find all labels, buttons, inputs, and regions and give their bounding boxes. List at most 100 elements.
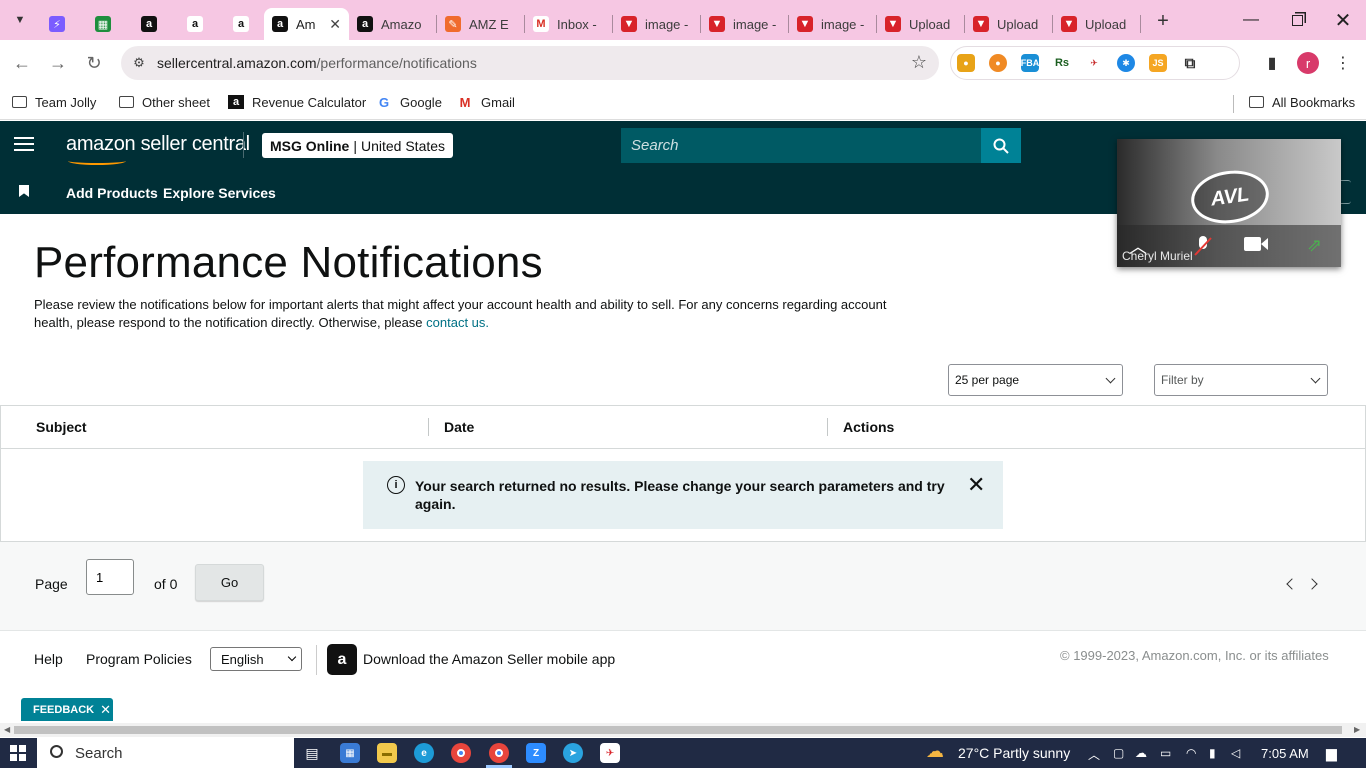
reload-button[interactable]: ↻ — [80, 49, 108, 77]
url-text[interactable]: sellercentral.amazon.com/performance/not… — [157, 55, 477, 71]
new-tab-button[interactable]: + — [1149, 10, 1177, 33]
filter-select[interactable]: Filter by — [1154, 364, 1328, 396]
browser-tab[interactable]: ▼ image - — [701, 8, 788, 40]
notifications-icon[interactable]: ▆ — [1326, 745, 1340, 761]
go-button[interactable]: Go — [195, 564, 264, 601]
tab-search-button[interactable]: ▼ — [6, 6, 34, 34]
onedrive-icon[interactable]: ☁ — [1135, 746, 1149, 760]
zoom-icon[interactable]: Z — [526, 743, 546, 763]
minimize-button[interactable]: — — [1228, 0, 1274, 40]
close-icon[interactable]: ✕ — [967, 474, 985, 496]
pop-out-icon[interactable]: ⇗ — [1307, 235, 1322, 256]
profile-avatar[interactable]: r — [1297, 52, 1319, 74]
extension-1-icon[interactable]: ● — [957, 54, 975, 72]
browser-tab[interactable]: a — [126, 8, 172, 40]
extension-2-icon[interactable]: ● — [989, 54, 1007, 72]
language-select[interactable]: English — [210, 647, 302, 671]
bookmark-star-icon[interactable]: ☆ — [911, 52, 927, 73]
windows-start-icon[interactable] — [10, 745, 26, 761]
chevron-up-icon[interactable]: ︿ — [1088, 746, 1102, 762]
browser-tab[interactable]: ✎ AMZ E — [437, 8, 524, 40]
battery-icon[interactable]: ▭ — [1160, 746, 1174, 760]
menu-dots-icon[interactable]: ⋮ — [1330, 50, 1356, 76]
close-icon[interactable]: ✕ — [100, 702, 111, 718]
browser-tab[interactable]: ▦ — [80, 8, 126, 40]
video-call-overlay[interactable]: AVL ︿ ⇗ Cheryl Muriel — [1117, 139, 1341, 267]
nav-explore-services[interactable]: Explore Services — [163, 185, 276, 201]
browser-tab[interactable]: ▼ Upload — [1053, 8, 1140, 40]
bookmark-gmail[interactable]: M Gmail — [457, 92, 515, 112]
weather-text[interactable]: 27°C Partly sunny — [958, 745, 1070, 761]
browser-tab[interactable]: ▼ Upload — [877, 8, 964, 40]
hamburger-menu-icon[interactable] — [14, 137, 34, 155]
back-button[interactable]: ← — [8, 49, 36, 77]
program-policies-link[interactable]: Program Policies — [86, 651, 192, 667]
column-date[interactable]: Date — [444, 419, 474, 435]
download-app-link[interactable]: Download the Amazon Seller mobile app — [363, 651, 615, 667]
all-bookmarks[interactable]: All Bookmarks — [1249, 92, 1355, 112]
weather-icon[interactable]: ☁ — [926, 741, 944, 762]
app-icon[interactable]: ✈ — [600, 743, 620, 763]
horizontal-scrollbar[interactable]: ◀ ▶ — [0, 723, 1366, 737]
edge-icon[interactable]: e — [414, 743, 434, 763]
store-icon[interactable]: ▦ — [340, 743, 360, 763]
contact-us-link[interactable]: contact us. — [426, 315, 489, 330]
seller-central-logo[interactable]: amazon seller central — [66, 133, 250, 165]
browser-tab[interactable]: a Am ✕ — [264, 8, 349, 40]
extension-js-icon[interactable]: JS — [1149, 54, 1167, 72]
browser-tab[interactable]: ▼ image - — [613, 8, 700, 40]
nav-add-products[interactable]: Add Products — [66, 185, 158, 201]
telegram-icon[interactable]: ➤ — [563, 743, 583, 763]
column-subject[interactable]: Subject — [36, 419, 87, 435]
browser-tab[interactable]: a — [218, 8, 264, 40]
microphone-icon[interactable]: ▮ — [1209, 746, 1223, 760]
scrollbar-thumb[interactable] — [14, 726, 1342, 734]
bookmark-icon[interactable] — [19, 185, 29, 197]
wifi-icon[interactable]: ◠ — [1186, 746, 1200, 760]
browser-tab[interactable]: a Amazo — [349, 8, 436, 40]
camera-icon[interactable] — [1243, 235, 1269, 258]
extension-5-icon[interactable]: ✈ — [1085, 54, 1103, 72]
meet-now-icon[interactable]: ▢ — [1113, 746, 1127, 760]
chevron-right-icon[interactable] — [1306, 578, 1318, 590]
browser-tab[interactable]: ▼ Upload — [965, 8, 1052, 40]
volume-icon[interactable]: ◁ — [1231, 746, 1245, 760]
site-settings-icon[interactable]: ⚙ — [129, 53, 149, 73]
extension-6-icon[interactable]: ✱ — [1117, 54, 1135, 72]
browser-tab[interactable]: ▼ image - — [789, 8, 876, 40]
per-page-select[interactable]: 25 per page — [948, 364, 1123, 396]
extensions-puzzle-icon[interactable]: ⧉ — [1181, 54, 1199, 72]
address-bar[interactable]: ⚙ sellercentral.amazon.com/performance/n… — [121, 46, 939, 80]
extension-fba-icon[interactable]: FBA — [1021, 54, 1039, 72]
task-view-icon[interactable]: ▤ — [302, 743, 322, 763]
clock-time[interactable]: 7:05 AM — [1261, 746, 1309, 761]
browser-tab[interactable]: ⚡ — [34, 8, 80, 40]
chrome-active-icon[interactable] — [489, 743, 509, 763]
seller-search-input[interactable]: Search — [621, 128, 981, 163]
chrome-icon[interactable] — [451, 743, 471, 763]
browser-tab[interactable]: M Inbox - — [525, 8, 612, 40]
close-window-button[interactable]: ✕ — [1320, 0, 1366, 40]
help-link[interactable]: Help — [34, 651, 63, 667]
browser-tab[interactable]: a — [172, 8, 218, 40]
side-panel-icon[interactable]: ▮ — [1259, 50, 1285, 76]
seller-search-button[interactable] — [981, 128, 1021, 163]
file-explorer-icon[interactable]: ▬ — [377, 743, 397, 763]
scroll-right-icon[interactable]: ▶ — [1354, 725, 1360, 734]
seller-app-icon[interactable]: a — [327, 644, 357, 675]
feedback-button[interactable]: FEEDBACK ✕ — [21, 698, 113, 721]
bookmark-other-sheet[interactable]: Other sheet — [119, 92, 210, 112]
bookmark-google[interactable]: G Google — [376, 92, 442, 112]
taskbar-search[interactable]: Search — [37, 738, 294, 768]
page-number-input[interactable] — [86, 559, 134, 595]
forward-button[interactable]: → — [44, 49, 72, 77]
chevron-left-icon[interactable] — [1286, 578, 1298, 590]
extension-rs-icon[interactable]: Rs — [1053, 54, 1071, 72]
scroll-left-icon[interactable]: ◀ — [4, 725, 10, 734]
close-tab-icon[interactable]: ✕ — [329, 16, 341, 33]
bookmark-revenue-calculator[interactable]: a Revenue Calculator — [228, 92, 366, 112]
mic-muted-icon[interactable] — [1193, 235, 1213, 262]
bookmark-team-jolly[interactable]: Team Jolly — [12, 92, 96, 112]
restore-button[interactable] — [1274, 0, 1320, 40]
store-selector[interactable]: MSG Online | United States — [262, 133, 454, 158]
